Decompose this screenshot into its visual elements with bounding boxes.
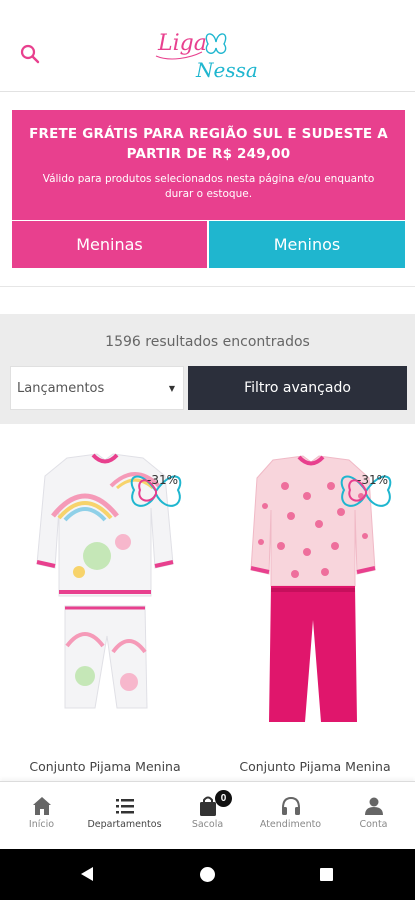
svg-text:Nessa: Nessa <box>195 58 258 82</box>
product-card[interactable]: -31% Conjunto Pijama Menina <box>5 446 200 781</box>
promo-title: FRETE GRÁTIS PARA REGIÃO SUL E SUDESTE A… <box>29 126 388 162</box>
user-icon <box>362 794 386 818</box>
results-toolbar: 1596 resultados encontrados Lançamentos … <box>0 314 415 424</box>
results-count: 1596 resultados encontrados <box>105 334 310 350</box>
back-icon[interactable] <box>80 866 94 887</box>
sort-select[interactable]: Lançamentos ▼ <box>10 366 184 410</box>
nav-item-bag[interactable]: 0 Sacola <box>166 782 249 850</box>
advanced-filter-button[interactable]: Filtro avançado <box>188 366 407 410</box>
nav-label: Departamentos <box>87 819 162 830</box>
discount-badge: -31% <box>146 473 178 487</box>
promo-subtitle: Válido para produtos selecionados nesta … <box>42 173 375 200</box>
home-icon <box>30 794 54 818</box>
app-header: Liga Nessa <box>0 0 415 92</box>
product-card[interactable]: -31% Conjunto Pijama Menina <box>215 446 410 781</box>
system-navigation-bar <box>0 849 415 900</box>
bag-count-badge: 0 <box>215 790 232 807</box>
nav-item-home[interactable]: Início <box>0 782 83 850</box>
nav-label: Conta <box>359 819 388 830</box>
promo-banner: FRETE GRÁTIS PARA REGIÃO SUL E SUDESTE A… <box>12 110 405 220</box>
nav-item-departments[interactable]: Departamentos <box>83 782 166 850</box>
dropdown-caret-icon: ▼ <box>168 384 175 393</box>
menu-icon <box>113 794 137 818</box>
brand-logo[interactable]: Liga Nessa <box>150 22 265 84</box>
recent-apps-icon[interactable] <box>320 868 333 881</box>
nav-label: Sacola <box>191 819 224 830</box>
product-name[interactable]: Conjunto Pijama Menina <box>215 759 415 774</box>
discount-badge: -31% <box>356 473 388 487</box>
product-name[interactable]: Conjunto Pijama Menina <box>5 759 205 774</box>
nav-label: Início <box>28 819 55 830</box>
search-icon[interactable] <box>18 42 42 66</box>
home-button-icon[interactable] <box>200 867 215 882</box>
bottom-navigation: Início Departamentos 0 Sacola Atendiment… <box>0 781 415 849</box>
boys-category-button[interactable]: Meninos <box>209 221 405 268</box>
svg-text:Liga: Liga <box>157 31 207 56</box>
sort-selected-value: Lançamentos <box>17 380 105 396</box>
girls-category-button[interactable]: Meninas <box>12 221 207 268</box>
nav-item-support[interactable]: Atendimento <box>249 782 332 850</box>
section-divider <box>0 286 415 287</box>
nav-label: Atendimento <box>259 819 322 830</box>
headset-icon <box>279 794 303 818</box>
nav-item-account[interactable]: Conta <box>332 782 415 850</box>
